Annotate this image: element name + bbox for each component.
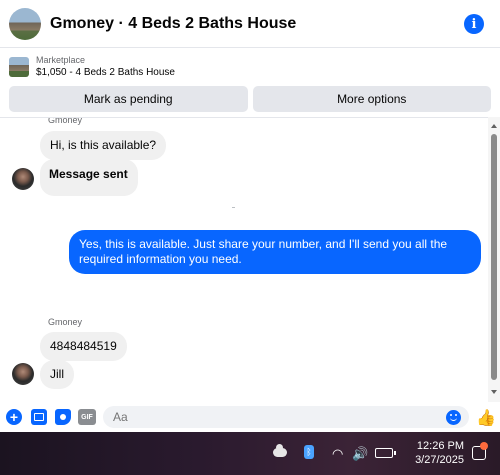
sender-name: Gmoney [48, 317, 83, 327]
emoji-icon[interactable] [446, 410, 461, 425]
message-input[interactable] [103, 406, 469, 428]
cloud-icon[interactable] [273, 444, 287, 457]
avatar[interactable] [12, 168, 34, 190]
scroll-down-icon[interactable] [491, 390, 497, 394]
mark-as-pending-button[interactable]: Mark as pending [9, 86, 248, 112]
marketplace-label: Marketplace [36, 54, 86, 65]
system-clock[interactable]: 12:26 PM 3/27/2025 [400, 439, 464, 467]
message-bubble[interactable]: Jill [40, 360, 74, 389]
message-thread[interactable]: Gmoney Hi, is this available? Message se… [0, 117, 500, 402]
gif-icon[interactable]: GIF [78, 409, 96, 425]
photo-icon[interactable] [31, 409, 47, 425]
wifi-icon[interactable]: ◠ [332, 446, 343, 462]
message-bubble[interactable]: Hi, is this available? [40, 131, 167, 160]
message-bubble[interactable]: Message sent [40, 159, 138, 196]
thumbs-up-icon[interactable]: 👍 [476, 408, 496, 428]
clock-date: 3/27/2025 [415, 454, 464, 466]
clock-time: 12:26 PM [416, 440, 464, 452]
sticker-icon[interactable] [55, 409, 71, 425]
marketplace-listing[interactable]: Marketplace $1,050 - 4 Beds 2 Baths Hous… [0, 48, 500, 85]
scrollbar-thumb[interactable] [491, 134, 497, 380]
listing-avatar[interactable] [9, 7, 41, 40]
battery-icon[interactable] [375, 448, 396, 458]
conversation-header: Gmoney · 4 Beds 2 Baths House i [0, 0, 500, 48]
sender-name: Gmoney [48, 117, 83, 125]
info-icon[interactable]: i [464, 14, 484, 34]
plus-icon[interactable]: + [6, 409, 22, 425]
divider [232, 207, 235, 208]
scroll-up-icon[interactable] [491, 124, 497, 128]
bluetooth-icon[interactable]: ᛒ [304, 445, 314, 459]
listing-thumbnail [9, 56, 29, 77]
conversation-title[interactable]: Gmoney · 4 Beds 2 Baths House [50, 15, 296, 33]
listing-title: $1,050 - 4 Beds 2 Baths House [36, 66, 175, 78]
avatar[interactable] [12, 363, 34, 385]
message-bubble[interactable]: 4848484519 [40, 332, 127, 361]
listing-actions: Mark as pending More options [9, 86, 491, 112]
volume-icon[interactable]: 🔊 [352, 446, 368, 462]
message-bubble-outgoing[interactable]: Yes, this is available. Just share your … [69, 230, 481, 274]
notification-badge [480, 442, 488, 450]
more-options-button[interactable]: More options [252, 86, 491, 112]
